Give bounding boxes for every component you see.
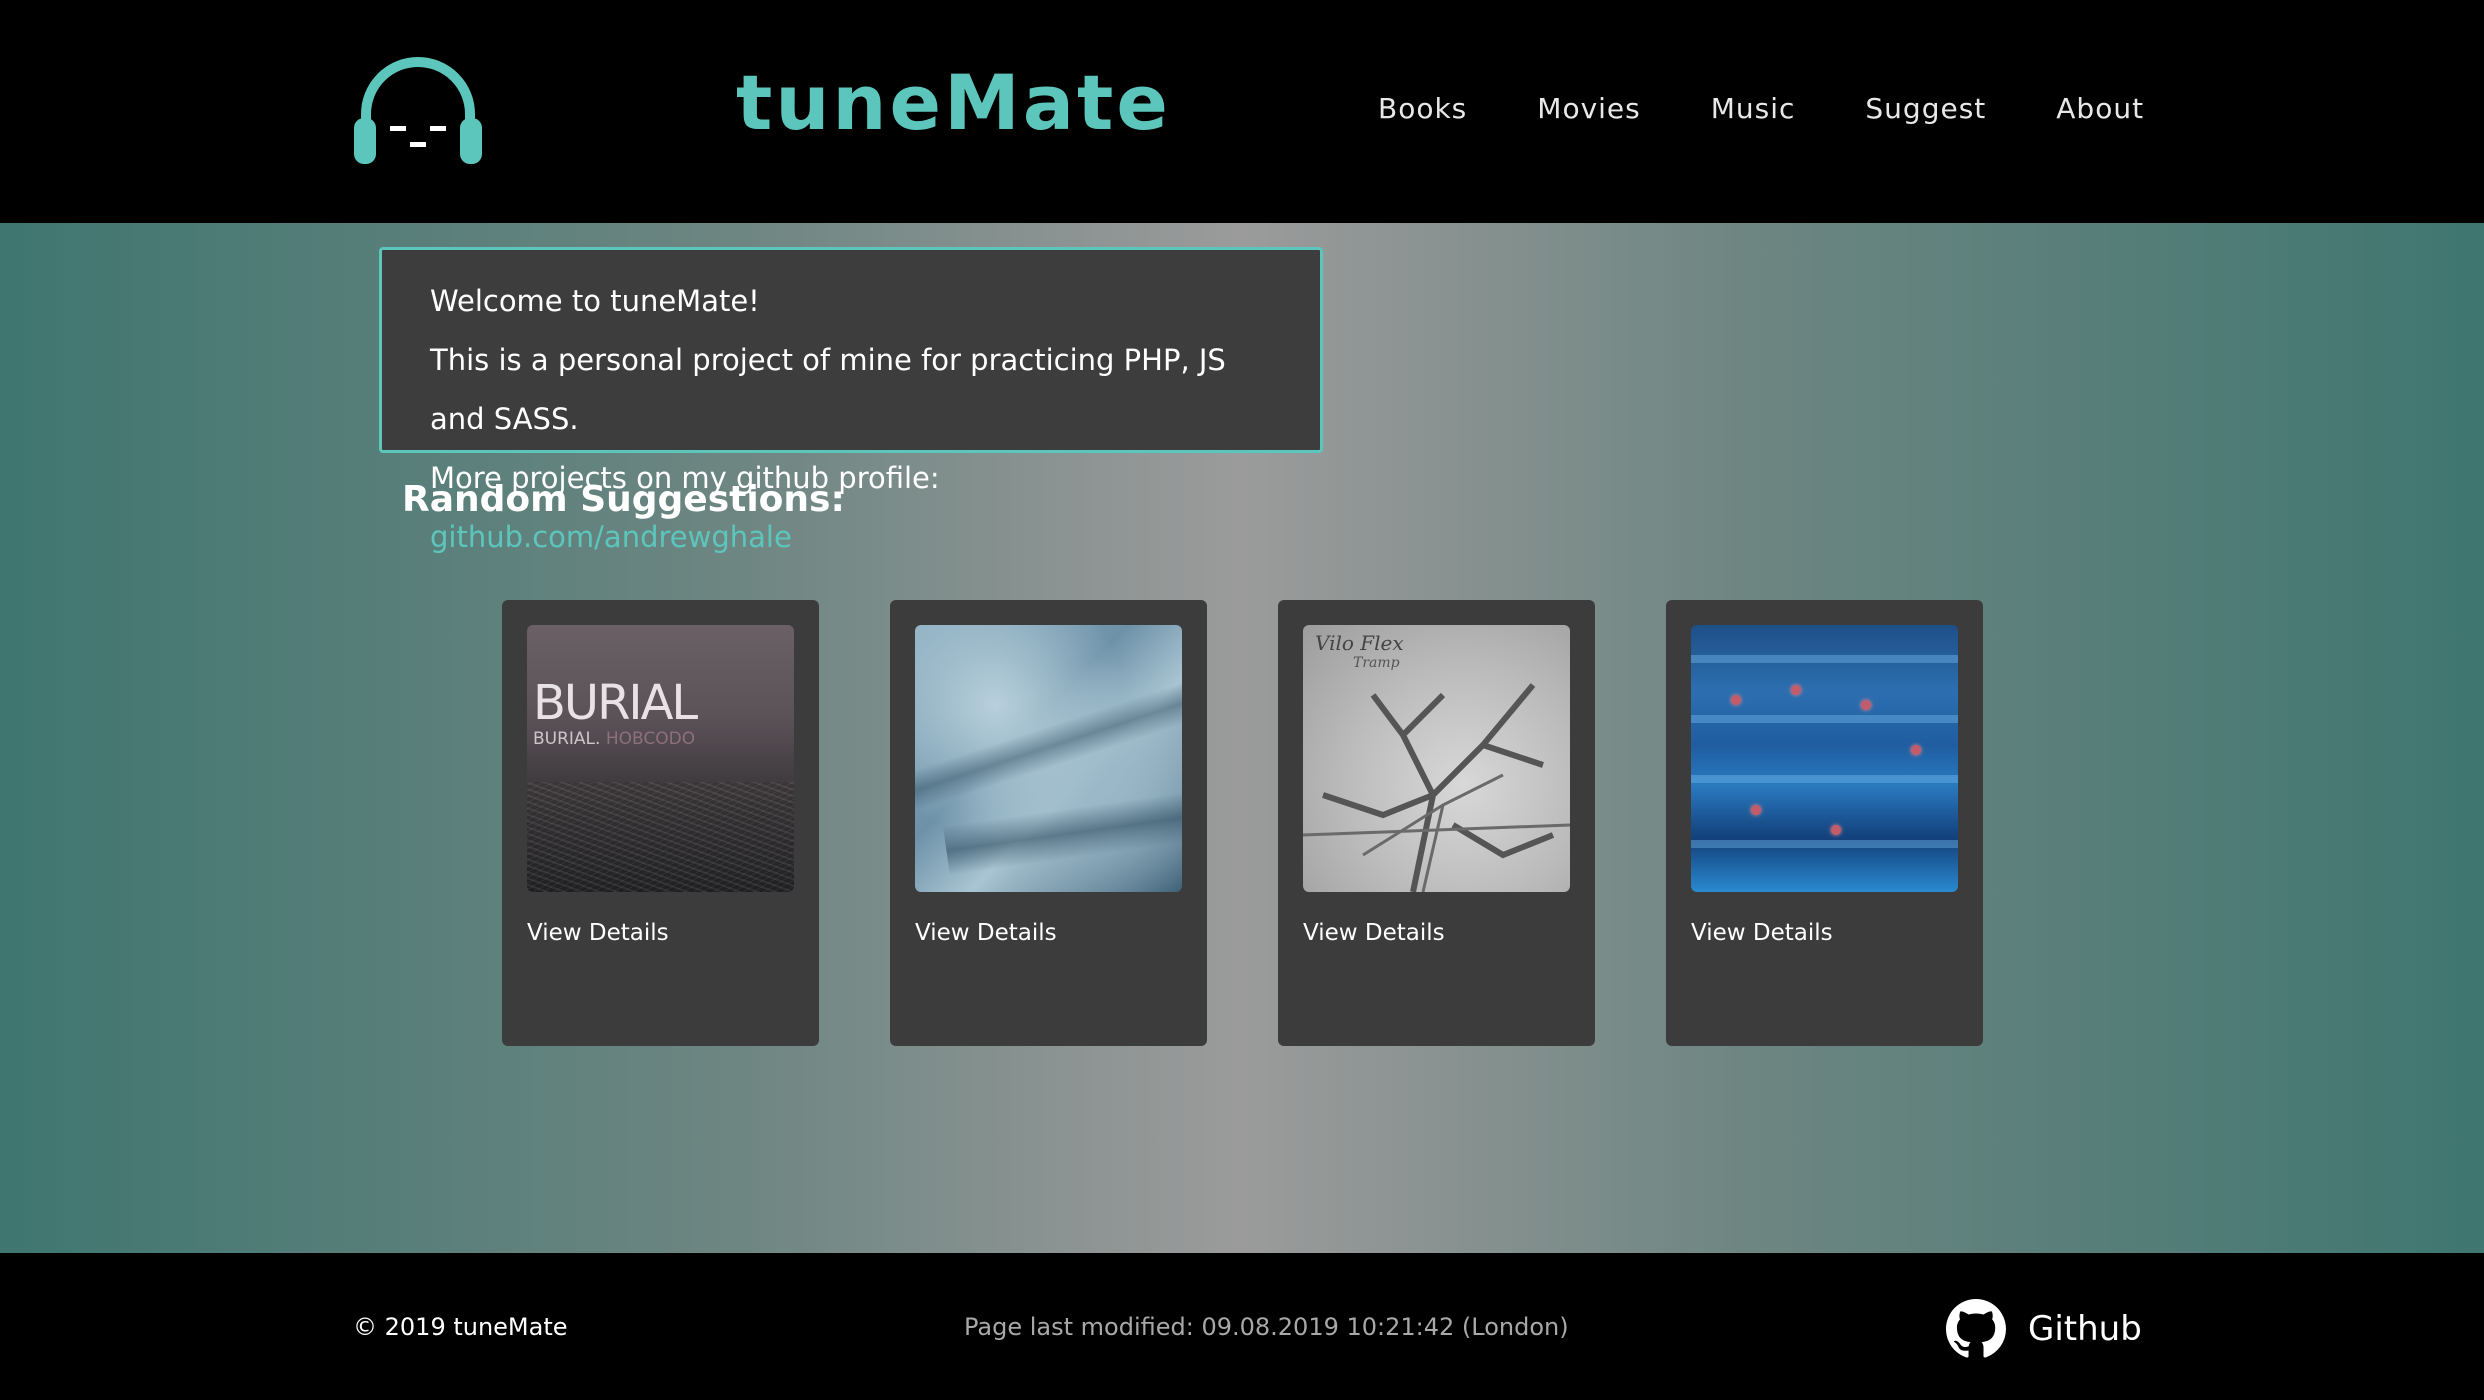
nav-books[interactable]: Books bbox=[1378, 92, 1467, 125]
github-footer-link[interactable]: Github bbox=[1946, 1299, 2142, 1359]
view-details-link[interactable]: View Details bbox=[1303, 920, 1570, 946]
suggestion-card: Vilo Flex Tramp View Details bbox=[1278, 600, 1595, 1046]
cover-dot bbox=[1911, 745, 1921, 755]
nav-movies[interactable]: Movies bbox=[1537, 92, 1640, 125]
cover-subtitle-album: HOBCODO bbox=[605, 729, 696, 749]
suggestion-card: View Details bbox=[1666, 600, 1983, 1046]
site-footer: © 2019 tuneMate Page last modified: 09.0… bbox=[0, 1253, 2484, 1400]
cover-subtitle: Tramp bbox=[1353, 655, 1400, 671]
suggestion-card: BURIAL BURIAL. HOBCODO View Details bbox=[502, 600, 819, 1046]
cover-dot bbox=[1731, 695, 1741, 705]
nav-music[interactable]: Music bbox=[1711, 92, 1796, 125]
cover-dot bbox=[1831, 825, 1841, 835]
welcome-description: This is a personal project of mine for p… bbox=[430, 343, 1226, 436]
cover-subtitle: BURIAL. HOBCODO bbox=[533, 729, 695, 749]
cover-cityscape bbox=[527, 782, 794, 892]
tree-sketch-icon bbox=[1303, 683, 1570, 892]
view-details-link[interactable]: View Details bbox=[527, 920, 794, 946]
welcome-box: Welcome to tuneMate! This is a personal … bbox=[379, 247, 1323, 554]
copyright-text: © 2019 tuneMate bbox=[353, 1313, 568, 1341]
cover-fold bbox=[915, 676, 1182, 814]
cover-dot bbox=[1791, 685, 1801, 695]
cover-dot bbox=[1861, 700, 1871, 710]
last-modified-text: Page last modified: 09.08.2019 10:21:42 … bbox=[964, 1313, 1569, 1341]
headphones-logo-icon[interactable] bbox=[352, 56, 484, 168]
cover-band bbox=[1691, 840, 1958, 848]
welcome-heading: Welcome to tuneMate! bbox=[430, 284, 760, 318]
github-icon bbox=[1946, 1299, 2006, 1358]
suggestion-cards: BURIAL BURIAL. HOBCODO View Details View… bbox=[502, 600, 1983, 1046]
cover-band bbox=[1691, 655, 1958, 663]
nav-suggest[interactable]: Suggest bbox=[1865, 92, 1986, 125]
album-cover-image[interactable] bbox=[1691, 625, 1958, 892]
cover-title: BURIAL bbox=[533, 675, 698, 731]
album-cover-image[interactable]: Vilo Flex Tramp bbox=[1303, 625, 1570, 892]
github-label: Github bbox=[2028, 1309, 2142, 1349]
brand-title[interactable]: tuneMate bbox=[736, 58, 1171, 147]
cover-title: Vilo Flex bbox=[1315, 631, 1404, 655]
view-details-link[interactable]: View Details bbox=[915, 920, 1182, 946]
nav-about[interactable]: About bbox=[2056, 92, 2144, 125]
site-header: tuneMate Books Movies Music Suggest Abou… bbox=[0, 0, 2484, 223]
cover-band bbox=[1691, 775, 1958, 783]
github-profile-link[interactable]: github.com/andrewghale bbox=[430, 520, 792, 554]
main-content: Welcome to tuneMate! This is a personal … bbox=[0, 223, 2484, 1253]
main-nav: Books Movies Music Suggest About bbox=[1378, 92, 2144, 125]
album-cover-image[interactable]: BURIAL BURIAL. HOBCODO bbox=[527, 625, 794, 892]
cover-subtitle-artist: BURIAL. bbox=[533, 729, 601, 749]
cover-dot bbox=[1751, 805, 1761, 815]
cover-band bbox=[1691, 715, 1958, 723]
suggestion-card: View Details bbox=[890, 600, 1207, 1046]
cover-fold bbox=[942, 784, 1182, 876]
section-title: Random Suggestions: bbox=[402, 479, 845, 520]
view-details-link[interactable]: View Details bbox=[1691, 920, 1958, 946]
album-cover-image[interactable] bbox=[915, 625, 1182, 892]
